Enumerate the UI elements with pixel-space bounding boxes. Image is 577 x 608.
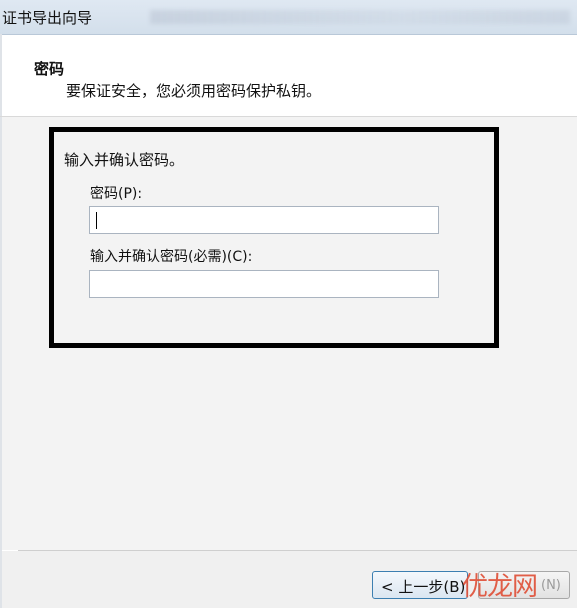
- window-title: 证书导出向导: [2, 9, 93, 27]
- wizard-header: [2, 35, 577, 115]
- title-bar-blurred-overlay: [150, 10, 570, 24]
- back-button[interactable]: < 上一步(B): [372, 571, 468, 599]
- password-group-label: 输入并确认密码。: [64, 151, 185, 169]
- password-label: 密码(P):: [90, 186, 143, 202]
- title-bar: 证书导出向导: [0, 0, 577, 35]
- confirm-password-input[interactable]: [89, 270, 439, 298]
- text-caret: [96, 212, 97, 229]
- confirm-password-label: 输入并确认密码(必需)(C):: [90, 249, 253, 265]
- section-title: 密码: [34, 60, 65, 78]
- section-description: 要保证安全，您必须用密码保护私钥。: [66, 82, 322, 100]
- watermark-logo: 优龙网: [462, 572, 538, 602]
- password-input[interactable]: [89, 206, 439, 234]
